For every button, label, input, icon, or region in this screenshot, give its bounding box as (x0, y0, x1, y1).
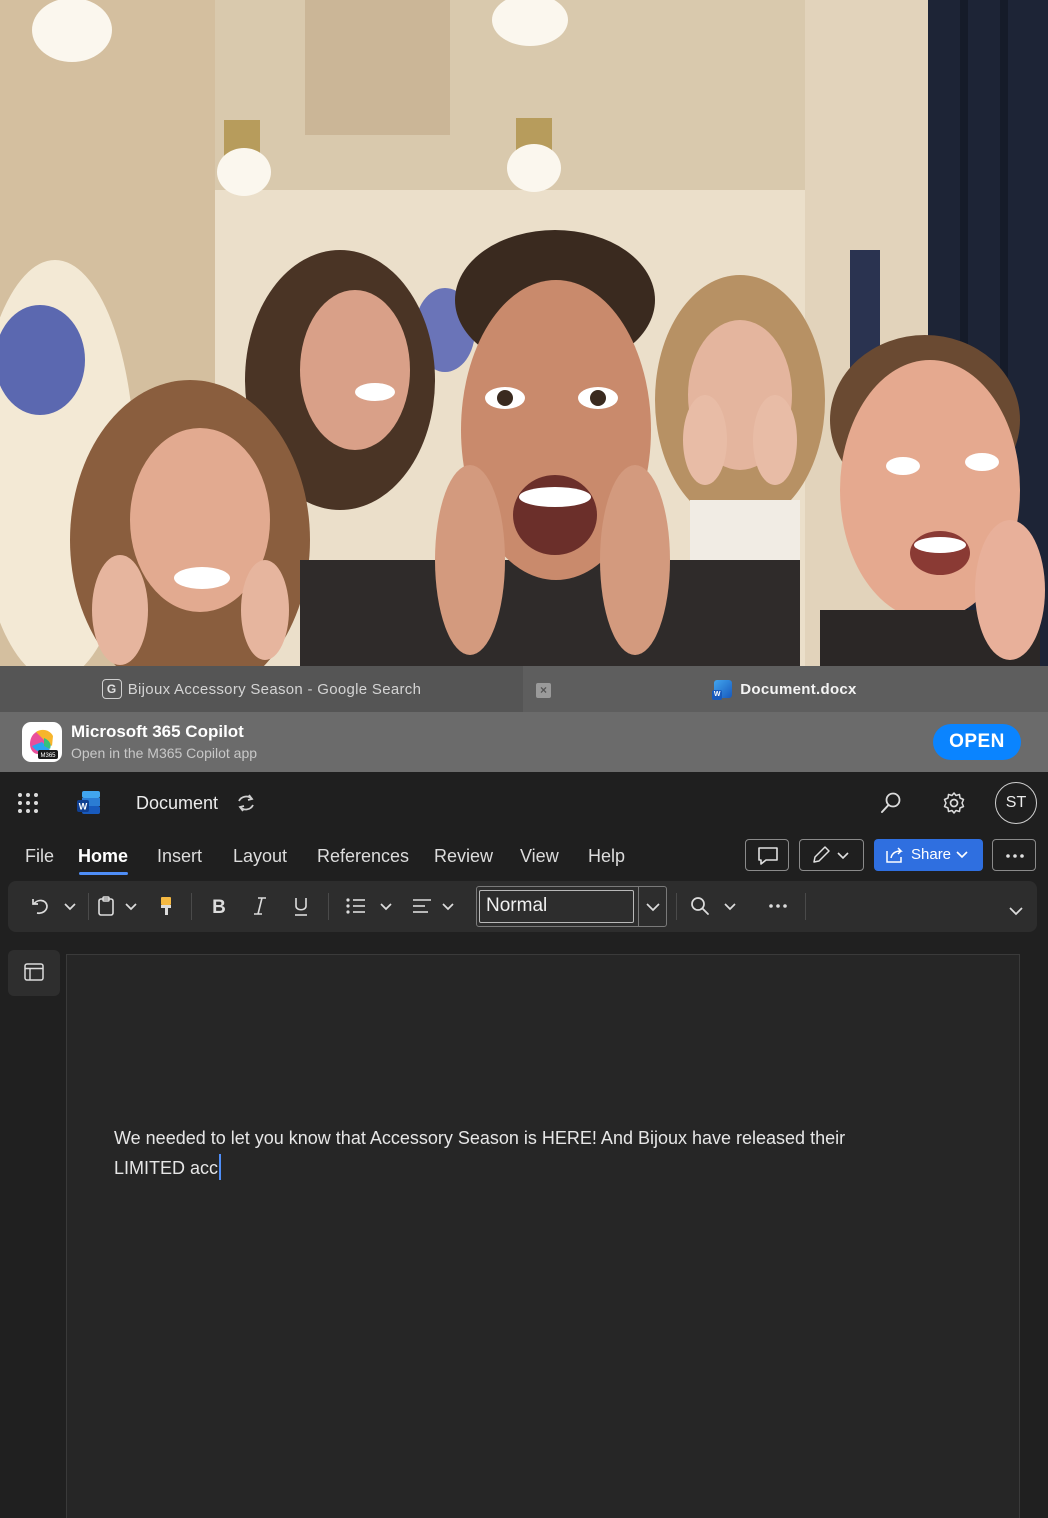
underline-icon[interactable] (289, 894, 313, 918)
separator (328, 893, 329, 920)
undo-icon[interactable] (28, 894, 52, 918)
paste-icon[interactable] (94, 894, 118, 918)
more-options-button[interactable] (992, 839, 1036, 871)
tab-label: Document.docx (740, 680, 857, 698)
tab-help[interactable]: Help (588, 846, 625, 867)
undo-dropdown-chevron-icon[interactable] (58, 894, 82, 918)
expand-ribbon-chevron-icon[interactable] (1004, 899, 1028, 923)
navigation-pane-button[interactable] (8, 950, 60, 996)
tab-document[interactable]: Document.docx (523, 666, 1048, 712)
bullets-icon[interactable] (344, 894, 368, 918)
tab-home[interactable]: Home (78, 846, 128, 867)
comments-button[interactable] (745, 839, 789, 871)
pencil-icon (813, 846, 849, 863)
more-commands-icon[interactable] (766, 894, 790, 918)
svg-text:W: W (79, 802, 88, 812)
search-icon[interactable] (879, 791, 903, 815)
ribbon-tabs: File Home Insert Layout References Revie… (0, 834, 1048, 880)
tab-insert[interactable]: Insert (157, 846, 202, 867)
word-title-bar: W Document ST (0, 772, 1048, 834)
tab-layout[interactable]: Layout (233, 846, 287, 867)
app-banner: M365 Microsoft 365 Copilot Open in the M… (0, 712, 1048, 772)
paste-dropdown-chevron-icon[interactable] (119, 894, 143, 918)
text-cursor (219, 1154, 222, 1180)
tab-file[interactable]: File (25, 846, 54, 867)
banner-subtitle: Open in the M365 Copilot app (71, 745, 258, 761)
tab-view[interactable]: View (520, 846, 559, 867)
tab-label: Bijoux Accessory Season - Google Search (127, 680, 422, 698)
tab-references[interactable]: References (317, 846, 409, 867)
chevron-down-icon (646, 903, 660, 912)
banner-title: Microsoft 365 Copilot (71, 722, 244, 741)
active-tab-indicator (79, 872, 128, 875)
svg-text:B: B (212, 897, 226, 918)
separator (88, 893, 89, 920)
style-dropdown-button[interactable] (638, 887, 666, 926)
ribbon-toolbar: B Normal (8, 881, 1037, 932)
paragraph-text: We needed to let you know that Accessory… (114, 1128, 846, 1178)
editing-mode-button[interactable] (799, 839, 864, 871)
bold-icon[interactable]: B (207, 894, 231, 918)
tab-google-search[interactable]: G Bijoux Accessory Season - Google Searc… (0, 666, 523, 712)
find-dropdown-chevron-icon[interactable] (718, 894, 742, 918)
find-icon[interactable] (688, 894, 712, 918)
separator (805, 893, 806, 920)
document-page[interactable] (66, 954, 1020, 1518)
navigation-pane-icon (24, 963, 44, 981)
bullets-dropdown-chevron-icon[interactable] (374, 894, 398, 918)
more-icon (1006, 854, 1024, 858)
align-icon[interactable] (410, 894, 434, 918)
user-avatar[interactable]: ST (995, 782, 1037, 824)
style-picker[interactable]: Normal (476, 886, 667, 927)
align-dropdown-chevron-icon[interactable] (436, 894, 460, 918)
separator (676, 893, 677, 920)
gear-icon[interactable] (942, 791, 966, 815)
group-photo-illustration (0, 0, 1048, 666)
video-photo (0, 0, 1048, 666)
sync-icon (238, 794, 254, 812)
format-painter-icon[interactable] (154, 894, 178, 918)
close-tab-icon[interactable]: × (536, 683, 551, 698)
open-app-button[interactable]: OPEN (933, 724, 1021, 760)
svg-text:M365: M365 (40, 753, 56, 759)
style-input[interactable]: Normal (479, 890, 634, 923)
share-button[interactable]: Share (874, 839, 983, 871)
share-label: Share (911, 846, 952, 863)
google-icon: G (101, 679, 122, 699)
tab-review[interactable]: Review (434, 846, 493, 867)
app-launcher-icon[interactable] (17, 792, 39, 814)
document-title[interactable]: Document (136, 793, 218, 814)
copilot-app-icon: M365 (22, 722, 62, 762)
browser-tab-strip: G Bijoux Accessory Season - Google Searc… (0, 666, 1048, 712)
italic-icon[interactable] (248, 894, 272, 918)
separator (191, 893, 192, 920)
document-body-text[interactable]: We needed to let you know that Accessory… (114, 1123, 894, 1183)
word-icon (712, 680, 733, 700)
screen: G Bijoux Accessory Season - Google Searc… (0, 0, 1048, 1518)
comment-icon (758, 847, 778, 865)
word-logo-icon: W (77, 791, 100, 814)
